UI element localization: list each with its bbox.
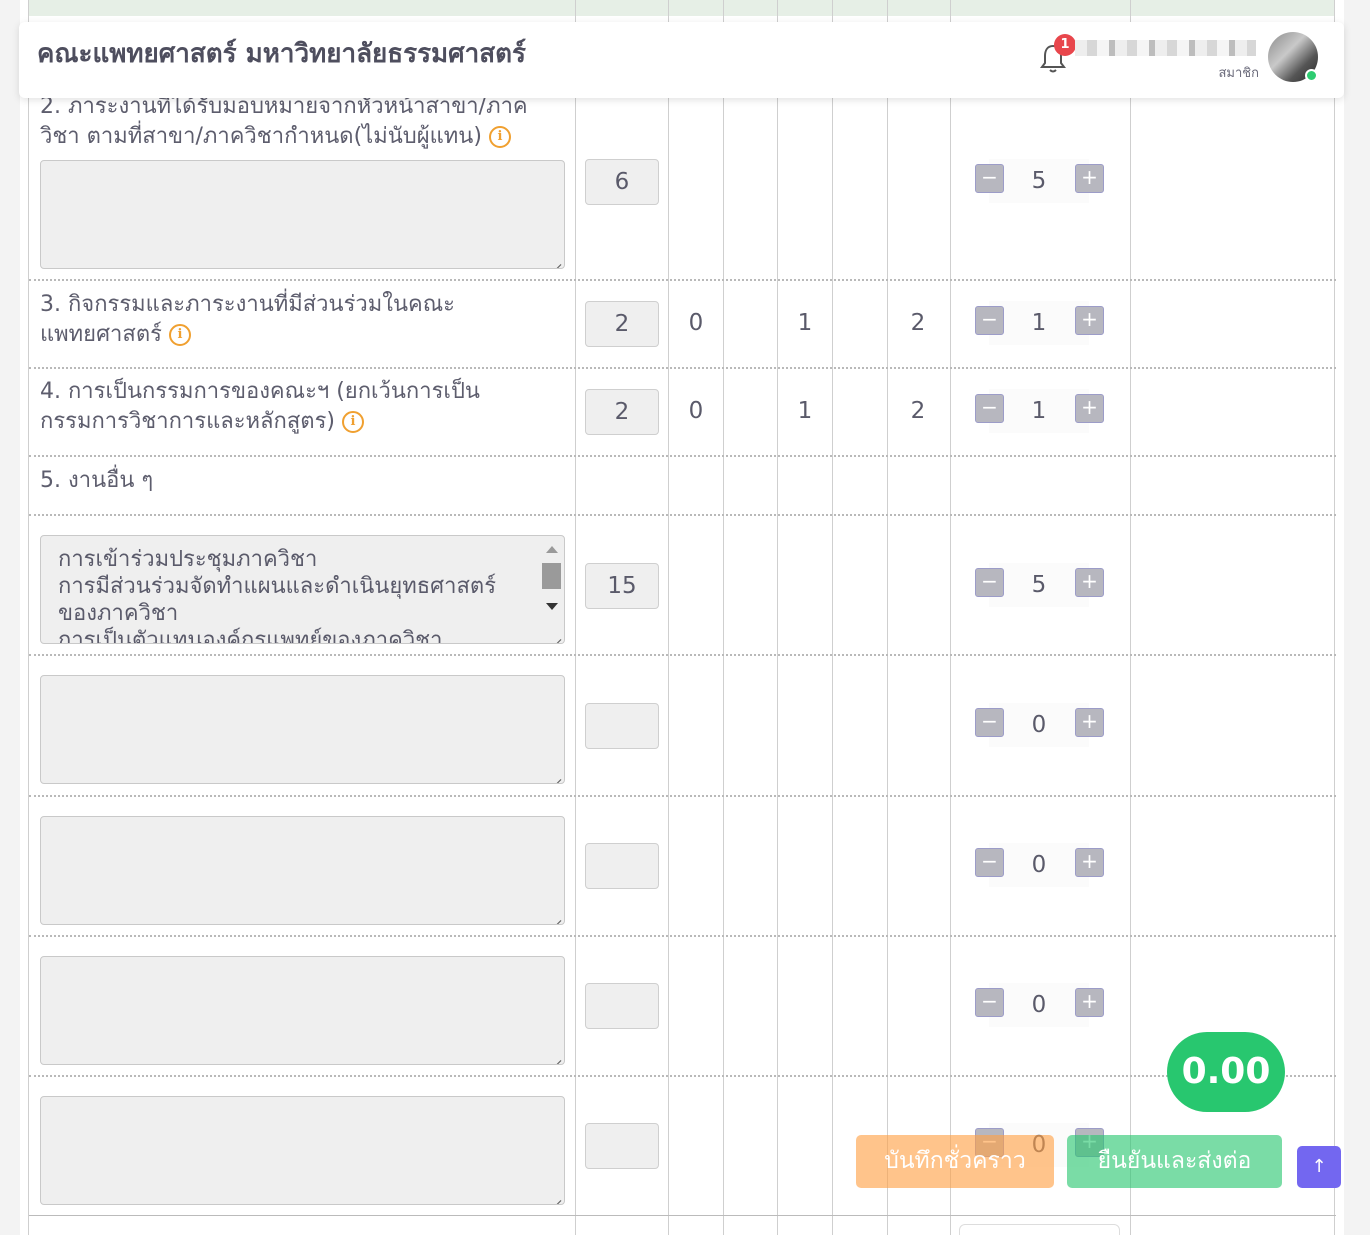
confirm-submit-button[interactable]: ยืนยันและส่งต่อ xyxy=(1067,1135,1282,1188)
row-divider xyxy=(29,279,1336,281)
increment-button[interactable]: + xyxy=(1075,164,1104,193)
resize-grip-icon[interactable] xyxy=(549,628,561,640)
stepper-value[interactable]: 5 xyxy=(989,563,1089,607)
info-circle-icon[interactable]: i xyxy=(168,324,191,346)
stepper-value[interactable]: 0 xyxy=(989,703,1089,747)
column-divider xyxy=(575,0,576,1235)
increment-button[interactable]: + xyxy=(1075,394,1104,423)
row-4-col-c: 2 xyxy=(910,398,926,424)
arrow-up-icon: ↑ xyxy=(1311,1156,1327,1177)
row-3-hours-field[interactable]: 2 xyxy=(585,301,659,347)
column-divider xyxy=(777,0,778,1235)
increment-button[interactable]: + xyxy=(1075,306,1104,335)
user-role: สมาชิก xyxy=(1218,66,1260,81)
row-4-hours-field[interactable]: 2 xyxy=(585,389,659,435)
row-3-label: 3. กิจกรรมและภาระงานที่มีส่วนร่วมในคณะ แ… xyxy=(40,292,455,347)
username-redacted xyxy=(1075,40,1256,56)
decrement-button[interactable]: − xyxy=(975,988,1004,1017)
row-4-col-a: 0 xyxy=(688,398,704,424)
other-task-1-hours-field[interactable]: 15 xyxy=(585,563,659,609)
decrement-button[interactable]: − xyxy=(975,848,1004,877)
stepper-value[interactable]: 1 xyxy=(989,301,1089,345)
resize-grip-icon[interactable] xyxy=(549,1049,561,1061)
row-2-note-textarea[interactable] xyxy=(40,160,565,269)
info-circle-icon[interactable]: i xyxy=(341,411,364,433)
row-3-stepper[interactable]: 1 − + xyxy=(974,301,1104,345)
increment-button[interactable]: + xyxy=(1075,988,1104,1017)
total-score-badge: 0.00 xyxy=(1167,1032,1285,1112)
column-divider xyxy=(832,0,833,1235)
row-3-col-c: 2 xyxy=(910,310,926,336)
stepper-value[interactable]: 0 xyxy=(989,983,1089,1027)
row-4-stepper[interactable]: 1 − + xyxy=(974,389,1104,433)
other-task-2-textarea[interactable] xyxy=(40,675,565,784)
other-task-1-textarea[interactable]: การเข้าร่วมประชุมภาควิชา การมีส่วนร่วมจั… xyxy=(40,535,565,644)
table-bottom-border xyxy=(29,1215,1336,1216)
increment-button[interactable]: + xyxy=(1075,848,1104,877)
row-divider xyxy=(29,514,1336,516)
row-2-hours-field[interactable]: 6 xyxy=(585,159,659,205)
increment-button[interactable]: + xyxy=(1075,708,1104,737)
column-divider xyxy=(1130,0,1131,1235)
column-divider xyxy=(950,0,951,1235)
decrement-button[interactable]: − xyxy=(975,568,1004,597)
scroll-up-arrow-icon[interactable] xyxy=(546,546,558,553)
row-divider xyxy=(29,1075,1336,1077)
other-task-5-hours-field[interactable] xyxy=(585,1123,659,1169)
other-task-4-textarea[interactable] xyxy=(40,956,565,1065)
row-divider xyxy=(29,455,1336,457)
other-task-1-stepper[interactable]: 5 − + xyxy=(974,563,1104,607)
online-status-dot xyxy=(1305,69,1318,82)
row-3-col-b: 1 xyxy=(797,310,813,336)
scroll-down-arrow-icon[interactable] xyxy=(546,603,558,610)
increment-button[interactable]: + xyxy=(1075,568,1104,597)
row-3-col-a: 0 xyxy=(688,310,704,336)
row-2-stepper[interactable]: 5 − + xyxy=(974,159,1104,203)
row-4-col-b: 1 xyxy=(797,398,813,424)
resize-grip-icon[interactable] xyxy=(549,909,561,921)
other-task-3-hours-field[interactable] xyxy=(585,843,659,889)
other-task-2-stepper[interactable]: 0 − + xyxy=(974,703,1104,747)
decrement-button[interactable]: − xyxy=(975,708,1004,737)
row-divider xyxy=(29,367,1336,369)
other-task-5-textarea[interactable] xyxy=(40,1096,565,1205)
column-divider xyxy=(723,0,724,1235)
app-header: คณะแพทยศาสตร์ มหาวิทยาลัยธรรมศาสตร์ 1 สม… xyxy=(19,22,1344,98)
row-2-label: 2. ภาระงานที่ได้รับมอบหมายจากหัวหน้าสาขา… xyxy=(40,94,528,149)
save-draft-button[interactable]: บันทึกชั่วคราว xyxy=(856,1135,1054,1188)
row-divider xyxy=(29,654,1336,656)
decrement-button[interactable]: − xyxy=(975,164,1004,193)
stepper-value[interactable]: 5 xyxy=(989,159,1089,203)
stepper-value[interactable]: 0 xyxy=(989,843,1089,887)
resize-grip-icon[interactable] xyxy=(549,253,561,265)
row-4-label: 4. การเป็นกรรมการของคณะฯ (ยกเว้นการเป็น … xyxy=(40,379,480,434)
other-task-4-stepper[interactable]: 0 − + xyxy=(974,983,1104,1027)
row-divider xyxy=(29,795,1336,797)
info-circle-icon[interactable]: i xyxy=(488,126,511,148)
workload-table: 2. ภาระงานที่ได้รับมอบหมายจากหัวหน้าสาขา… xyxy=(28,0,1336,1235)
scroll-thumb[interactable] xyxy=(542,563,561,589)
other-task-4-hours-field[interactable] xyxy=(585,983,659,1029)
scroll-to-top-button[interactable]: ↑ xyxy=(1297,1146,1341,1188)
decrement-button[interactable]: − xyxy=(975,306,1004,335)
page: 2. ภาระงานที่ได้รับมอบหมายจากหัวหน้าสาขา… xyxy=(0,0,1370,1235)
page-title: คณะแพทยศาสตร์ มหาวิทยาลัยธรรมศาสตร์ xyxy=(37,39,526,69)
other-task-2-hours-field[interactable] xyxy=(585,703,659,749)
other-task-3-textarea[interactable] xyxy=(40,816,565,925)
resize-grip-icon[interactable] xyxy=(549,1189,561,1201)
decrement-button[interactable]: − xyxy=(975,394,1004,423)
column-divider xyxy=(887,0,888,1235)
notification-badge: 1 xyxy=(1054,34,1076,56)
column-divider xyxy=(668,0,669,1235)
row-5-label: 5. งานอื่น ๆ xyxy=(40,468,154,493)
resize-grip-icon[interactable] xyxy=(549,768,561,780)
other-task-3-stepper[interactable]: 0 − + xyxy=(974,843,1104,887)
next-row-input[interactable] xyxy=(959,1224,1120,1235)
stepper-value[interactable]: 1 xyxy=(989,389,1089,433)
row-divider xyxy=(29,935,1336,937)
